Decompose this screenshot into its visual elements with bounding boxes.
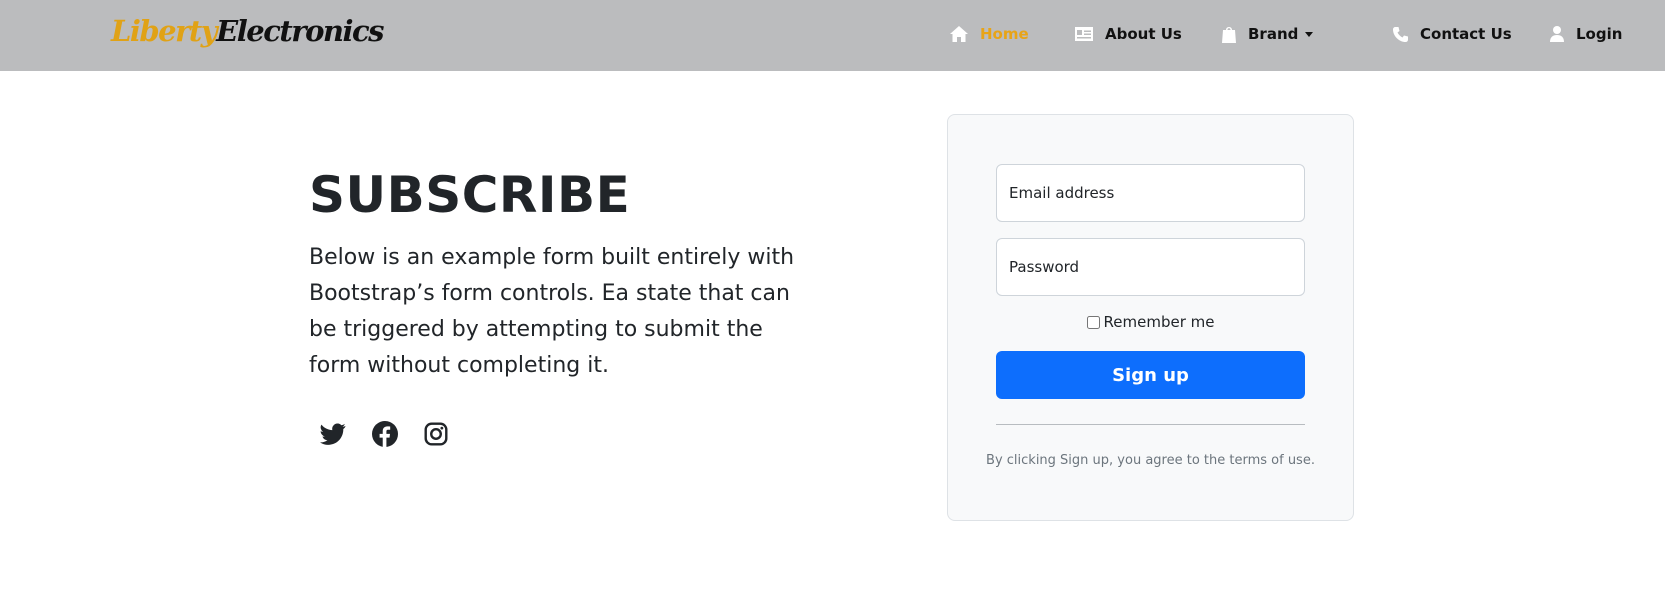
facebook-icon (372, 421, 398, 447)
phone-icon (1392, 26, 1409, 43)
id-card-icon (1074, 26, 1094, 42)
nav-item-about-us[interactable]: About Us (1074, 23, 1182, 45)
brand-logo[interactable]: LibertyElectronics (111, 14, 385, 48)
facebook-link[interactable] (372, 421, 398, 447)
instagram-link[interactable] (423, 421, 449, 447)
nav-item-home-label: Home (980, 25, 1029, 43)
nav-item-about-us-label: About Us (1105, 25, 1182, 43)
terms-text: By clicking Sign up, you agree to the te… (986, 453, 1315, 468)
password-field[interactable] (996, 238, 1305, 296)
signup-form-card: Remember me Sign up By clicking Sign up,… (947, 114, 1354, 521)
email-field[interactable] (996, 164, 1305, 222)
twitter-link[interactable] (320, 421, 346, 447)
sign-up-button[interactable]: Sign up (996, 351, 1305, 399)
divider (996, 424, 1305, 425)
nav-item-login[interactable]: Login (1549, 23, 1622, 45)
nav-item-contact-us-label: Contact Us (1420, 25, 1512, 43)
instagram-icon (423, 421, 449, 447)
twitter-icon (320, 421, 346, 447)
remember-me-label: Remember me (1103, 313, 1215, 331)
home-icon (949, 25, 969, 43)
nav-item-contact-us[interactable]: Contact Us (1392, 23, 1512, 45)
nav-item-login-label: Login (1576, 25, 1623, 43)
shopping-bag-icon (1221, 25, 1237, 44)
nav-item-brand[interactable]: Brand (1221, 23, 1314, 45)
navbar: LibertyElectronics Home About Us Brand C… (0, 0, 1665, 71)
remember-me[interactable]: Remember me (996, 313, 1305, 331)
remember-me-checkbox[interactable] (1086, 315, 1100, 329)
brand-logo-part-2: Electronics (216, 14, 384, 48)
page-title: SUBSCRIBE (309, 166, 631, 224)
chevron-down-icon (1305, 31, 1314, 37)
brand-logo-part-1: Liberty (111, 14, 218, 48)
user-icon (1549, 25, 1565, 43)
lead-text: Below is an example form built entirely … (309, 245, 795, 378)
nav-item-brand-label: Brand (1248, 25, 1299, 43)
nav-item-home[interactable]: Home (949, 23, 1029, 45)
